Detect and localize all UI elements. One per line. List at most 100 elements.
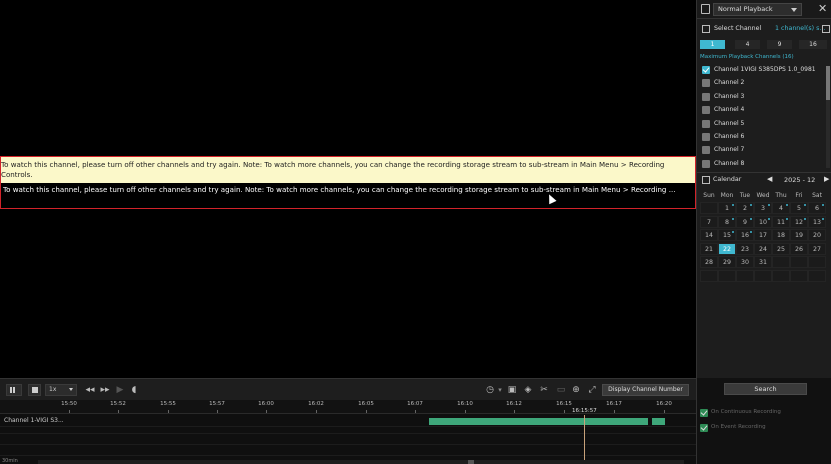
calendar-day[interactable]: 10 <box>754 215 772 228</box>
calendar-day[interactable]: 4 <box>772 202 790 214</box>
channel-checkbox[interactable] <box>702 119 710 128</box>
calendar-day[interactable]: 25 <box>772 242 790 255</box>
calendar-empty-cell <box>700 269 718 282</box>
calendar-day[interactable]: 6 <box>808 202 826 214</box>
next-month-button[interactable]: ▶ <box>824 175 829 183</box>
zoom-level[interactable]: 30min <box>2 458 18 464</box>
tick-label: 16:07 <box>407 401 423 407</box>
timeline[interactable]: 15:50 15:52 15:55 15:57 16:00 16:02 16:05 16:07… <box>0 400 696 464</box>
calendar-day[interactable]: 24 <box>754 242 772 255</box>
calendar-day[interactable]: 5 <box>790 202 808 214</box>
calendar-day[interactable]: 21 <box>700 242 718 255</box>
calendar-day[interactable]: 15 <box>718 229 736 241</box>
channel-item[interactable]: Channel 3 <box>697 91 827 104</box>
fullscreen-icon[interactable]: ⤢ <box>586 384 598 396</box>
calendar-day[interactable]: 27 <box>808 242 826 255</box>
export-icon[interactable]: ▭ <box>555 384 567 396</box>
timeline-scrollbar[interactable] <box>38 460 684 464</box>
channel-item[interactable]: Channel 1VIGI S385DPS 1.0_0981 <box>697 64 827 77</box>
legend-checkbox[interactable] <box>700 409 708 417</box>
channel-item[interactable]: Channel 6 <box>697 131 827 144</box>
playback-mode-select[interactable]: Normal Playback <box>713 3 802 16</box>
channel-item[interactable]: Channel 5 <box>697 118 827 131</box>
calendar-day[interactable]: 2 <box>736 202 754 214</box>
previous-month-button[interactable]: ◀ <box>767 175 772 183</box>
dropdown-icon[interactable]: ▾ <box>494 384 506 396</box>
channel-item[interactable]: Channel 7 <box>697 144 827 157</box>
playback-toolbar: 1x ◂◂ ▸▸ ▶ ◖ ◷ ▾ ▣ ◈ ✂ ▭ ⊕ ⤢ Display Cha… <box>0 378 696 400</box>
recording-segment[interactable] <box>652 418 665 425</box>
calendar-day[interactable]: 23 <box>736 242 754 255</box>
playhead[interactable] <box>584 415 585 460</box>
stop-button[interactable] <box>28 384 41 396</box>
channel-checkbox[interactable] <box>702 106 710 115</box>
scrollbar-thumb[interactable] <box>468 460 474 464</box>
channel-checkbox[interactable] <box>702 92 710 101</box>
max-playback-channels-label: Maximum Playback Channels (16) <box>700 54 794 60</box>
select-channel-value[interactable]: 1 channel(s) s... <box>775 25 825 32</box>
weekday-label: Mon <box>720 192 734 199</box>
tick-mark <box>316 410 317 413</box>
weekday-label: Fri <box>795 192 803 199</box>
channel-checkbox[interactable] <box>702 66 710 74</box>
channel-checkbox[interactable] <box>702 133 710 141</box>
recording-segment[interactable] <box>429 418 648 425</box>
calendar-day[interactable]: 19 <box>790 229 808 241</box>
zoom-in-icon[interactable]: ⊕ <box>570 384 582 396</box>
split-16-button[interactable]: 16 <box>799 40 827 49</box>
channel-item[interactable]: Channel 2 <box>697 77 827 90</box>
calendar-day[interactable]: 31 <box>754 256 772 268</box>
channel-item[interactable]: Channel 4 <box>697 104 827 117</box>
channel-track[interactable]: Channel 1-VIGI S3... <box>0 415 696 427</box>
split-1-button[interactable]: 1 <box>700 40 725 49</box>
video-viewport[interactable]: To watch this channel, please turn off o… <box>0 0 696 378</box>
channel-item[interactable]: Channel 8 <box>697 158 827 170</box>
speed-up-icon[interactable]: ▸▸ <box>98 384 112 396</box>
calendar-day[interactable]: 7 <box>700 215 718 228</box>
calendar-day[interactable]: 3 <box>754 202 772 214</box>
calendar-day[interactable]: 18 <box>772 229 790 241</box>
channel-label: Channel 5 <box>714 119 745 127</box>
channel-checkbox[interactable] <box>702 146 710 155</box>
step-forward-icon[interactable]: ▶ <box>114 384 126 396</box>
calendar-day[interactable]: 8 <box>718 215 736 228</box>
calendar-month: 2025 - 12 <box>784 176 816 184</box>
calendar-day[interactable]: 29 <box>718 256 736 268</box>
calendar-day[interactable]: 20 <box>808 229 826 241</box>
scrollbar-thumb[interactable] <box>826 66 830 100</box>
channel-checkbox[interactable] <box>702 159 710 168</box>
playback-mode-value: Normal Playback <box>718 5 773 13</box>
select-channel-dropdown-icon[interactable] <box>822 25 830 33</box>
split-4-button[interactable]: 4 <box>735 40 760 49</box>
channel-list-scrollbar[interactable] <box>826 66 830 168</box>
calendar-day[interactable]: 26 <box>790 242 808 255</box>
pause-button[interactable] <box>6 384 22 396</box>
calendar-day[interactable]: 17 <box>754 229 772 241</box>
calendar-day[interactable]: 30 <box>736 256 754 268</box>
close-icon[interactable]: ✕ <box>818 3 827 14</box>
calendar-day[interactable]: 9 <box>736 215 754 228</box>
calendar-empty-cell <box>808 256 826 268</box>
speed-select[interactable]: 1x <box>45 384 77 396</box>
calendar-day[interactable]: 22 <box>718 242 736 255</box>
clip-icon[interactable]: ✂ <box>538 384 550 396</box>
legend-checkbox[interactable] <box>700 424 708 432</box>
tag-icon[interactable]: ◈ <box>522 384 534 396</box>
calendar-day[interactable]: 1 <box>718 202 736 214</box>
split-9-button[interactable]: 9 <box>767 40 792 49</box>
calendar-day[interactable]: 11 <box>772 215 790 228</box>
lock-icon[interactable]: ▣ <box>506 384 518 396</box>
calendar-day[interactable]: 14 <box>700 229 718 241</box>
tick-label: 16:12 <box>506 401 522 407</box>
slow-down-icon[interactable]: ◂◂ <box>83 384 97 396</box>
channel-warning-box: To watch this channel, please turn off o… <box>0 156 696 209</box>
display-channel-number-button[interactable]: Display Channel Number <box>602 384 689 396</box>
calendar-day[interactable]: 13 <box>808 215 826 228</box>
search-button[interactable]: Search <box>724 383 807 395</box>
channel-label: Channel 7 <box>714 146 745 154</box>
calendar-day[interactable]: 12 <box>790 215 808 228</box>
volume-icon[interactable]: ◖ <box>128 384 140 396</box>
calendar-day[interactable]: 28 <box>700 256 718 268</box>
channel-checkbox[interactable] <box>702 79 710 88</box>
calendar-day[interactable]: 16 <box>736 229 754 241</box>
